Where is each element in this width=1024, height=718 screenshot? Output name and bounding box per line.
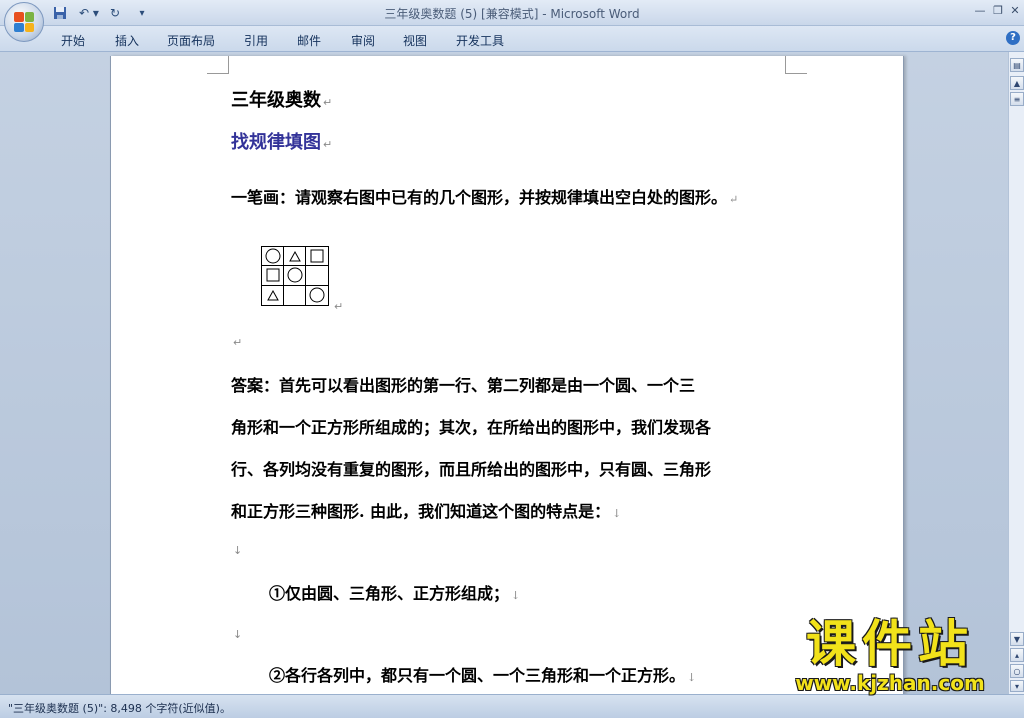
answer-line-2: 角形和一个正方形所组成的；其次，在所给出的图形中，我们发现各 [231,418,712,437]
office-button[interactable] [4,2,44,42]
doc-subheading: 找规律填图 ↵ [231,132,333,153]
watermark-url: www.kjzhan.com [795,671,985,695]
document-page[interactable]: 三年级奥数 ↵ 找规律填图 ↵ 一笔画：请观察右图中已有的几个图形，并按规律填出空白… [110,56,904,696]
browse-object-button[interactable]: ○ [1010,664,1024,678]
tab-page-layout[interactable]: 页面布局 [167,32,215,49]
puzzle-cell-1-1 [284,266,306,286]
circle-icon [265,248,281,264]
circle-icon [309,287,325,303]
doc-question: 一笔画：请观察右图中已有的几个图形，并按规律填出空白处的图形。 ↵ [231,188,739,207]
office-logo-icon [14,12,34,32]
tab-view[interactable]: 视图 [403,32,427,49]
point-1: ①仅由圆、三角形、正方形组成； ↓ [269,584,521,603]
point-2: ②各行各列中，都只有一个圆、一个三角形和一个正方形。 ↓ [269,666,697,685]
triangle-icon [288,250,301,262]
status-bar: "三年级奥数题 (5)": 8,498 个字符(近似值)。 [0,694,1024,718]
restore-button[interactable]: ❐ [990,3,1006,17]
window-title: 三年级奥数题 (5) [兼容模式] - Microsoft Word [384,7,640,21]
puzzle-cell-2-0 [262,285,284,305]
margin-corner-right [785,56,807,74]
previous-page-button[interactable]: ▴ [1010,648,1024,662]
puzzle-cell-0-2 [306,247,328,267]
line-break-mark: ↓ [233,544,243,557]
square-icon [266,268,280,282]
vertical-scrollbar[interactable]: ▤ ▲ ≡ ▼ ▴ ○ ▾ [1008,52,1024,694]
tab-developer[interactable]: 开发工具 [456,32,504,49]
watermark-logo: 课件站 www.kjzhan.com [772,616,1008,696]
paragraph-mark: ↵ [334,300,344,313]
paragraph-mark: ↵ [233,336,243,349]
watermark-title: 课件站 [806,615,974,673]
ribbon-tab-bar: 开始 插入 页面布局 引用 邮件 审阅 视图 开发工具 ? [0,26,1024,52]
answer-line-4: 和正方形三种图形. 由此，我们知道这个图的特点是： ↓ [231,502,622,521]
next-page-button[interactable]: ▾ [1010,680,1024,692]
title-bar: ↶ ▾ ↻ ▾ 三年级奥数题 (5) [兼容模式] - Microsoft Wo… [0,0,1024,26]
line-break-mark: ↓ [233,628,243,641]
square-icon [310,249,324,263]
puzzle-cell-1-2 [306,266,328,286]
circle-icon [287,267,303,283]
doc-heading: 三年级奥数 ↵ [231,90,333,111]
scroll-thumb[interactable]: ≡ [1010,92,1024,106]
tab-references[interactable]: 引用 [244,32,268,49]
tab-review[interactable]: 审阅 [351,32,375,49]
puzzle-cell-1-0 [262,266,284,286]
document-workspace: 三年级奥数 ↵ 找规律填图 ↵ 一笔画：请观察右图中已有的几个图形，并按规律填出空白… [0,52,1008,696]
minimize-button[interactable]: — [972,3,988,17]
scroll-up-button[interactable]: ▲ [1010,76,1024,90]
puzzle-cell-2-2 [306,286,328,305]
puzzle-grid [261,246,329,306]
tab-mailings[interactable]: 邮件 [297,32,321,49]
word-count-status[interactable]: "三年级奥数题 (5)": 8,498 个字符(近似值)。 [8,700,231,716]
help-icon[interactable]: ? [1006,31,1020,45]
puzzle-cell-0-0 [262,247,284,267]
tab-insert[interactable]: 插入 [115,32,139,49]
tab-home[interactable]: 开始 [61,32,85,49]
answer-line-3: 行、各列均没有重复的图形，而且所给出的图形中，只有圆、三角形 [231,460,712,479]
close-button[interactable]: ✕ [1007,3,1023,17]
margin-corner-left [207,56,229,74]
puzzle-cell-2-1 [284,285,306,305]
triangle-icon [266,289,279,301]
answer-line-1: 答案：首先可以看出图形的第一行、第二列都是由一个圆、一个三 [231,376,696,395]
ruler-toggle-icon[interactable]: ▤ [1010,58,1024,72]
scroll-down-button[interactable]: ▼ [1010,632,1024,646]
puzzle-cell-0-1 [284,247,306,267]
